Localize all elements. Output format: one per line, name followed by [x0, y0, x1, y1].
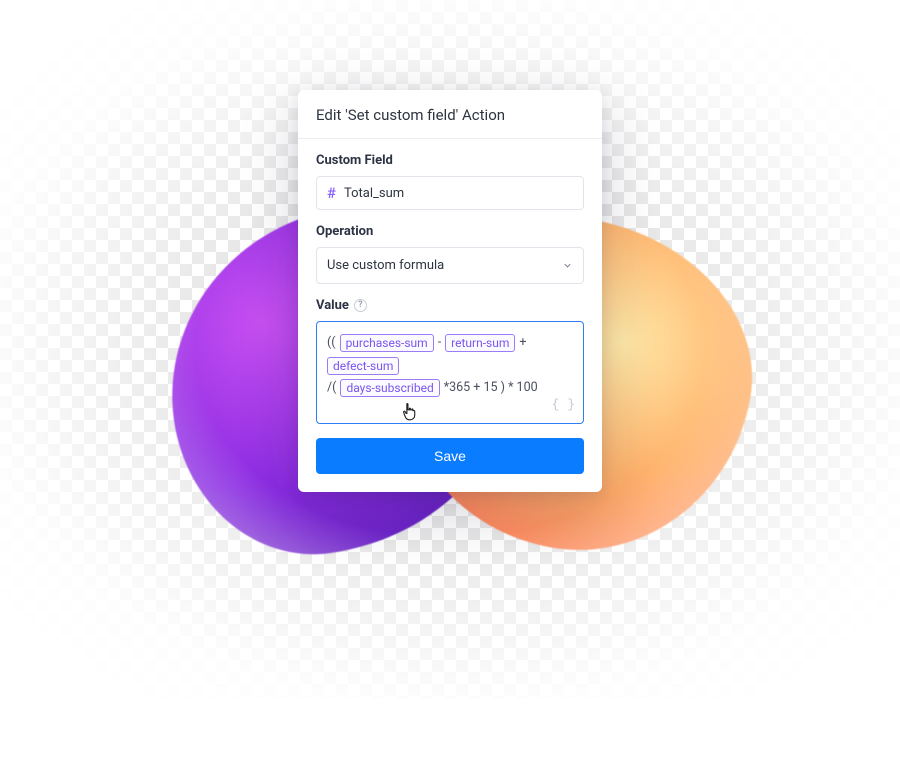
formula-minus: -	[438, 332, 441, 353]
formula-input[interactable]: (( purchases-sum - return-sum + defect-s…	[316, 321, 584, 424]
operation-group: Operation Use custom formula	[316, 224, 584, 284]
value-label-row: Value ?	[316, 298, 584, 313]
operation-value: Use custom formula	[327, 258, 444, 273]
hash-icon: #	[327, 184, 336, 202]
token-purchases-sum[interactable]: purchases-sum	[340, 334, 434, 352]
formula-line-2: /( days-subscribed *365 + 15 ) * 100	[327, 377, 571, 398]
value-group: Value ? (( purchases-sum - return-sum + …	[316, 298, 584, 424]
formula-plus: +	[519, 332, 526, 353]
edit-action-modal: Edit 'Set custom field' Action Custom Fi…	[298, 90, 602, 492]
custom-field-input[interactable]: # Total_sum	[316, 176, 584, 210]
formula-tail: *365 + 15 ) * 100	[444, 377, 538, 398]
insert-variable-icon[interactable]: { }	[552, 394, 575, 416]
formula-div-paren: /(	[327, 377, 336, 398]
formula-open-parens: ((	[327, 332, 336, 353]
operation-label: Operation	[316, 224, 584, 239]
modal-header: Edit 'Set custom field' Action	[298, 90, 602, 139]
token-defect-sum[interactable]: defect-sum	[327, 357, 399, 375]
custom-field-group: Custom Field # Total_sum	[316, 153, 584, 210]
token-return-sum[interactable]: return-sum	[445, 334, 515, 352]
help-icon[interactable]: ?	[354, 299, 367, 312]
operation-select[interactable]: Use custom formula	[316, 247, 584, 284]
formula-line-1: (( purchases-sum - return-sum + defect-s…	[327, 332, 571, 375]
value-label: Value	[316, 298, 349, 313]
save-button[interactable]: Save	[316, 438, 584, 474]
custom-field-label: Custom Field	[316, 153, 584, 168]
modal-title: Edit 'Set custom field' Action	[316, 106, 584, 124]
modal-body: Custom Field # Total_sum Operation Use c…	[298, 139, 602, 424]
custom-field-value: Total_sum	[344, 186, 404, 201]
chevron-down-icon	[562, 256, 573, 275]
token-days-subscribed[interactable]: days-subscribed	[340, 379, 439, 397]
